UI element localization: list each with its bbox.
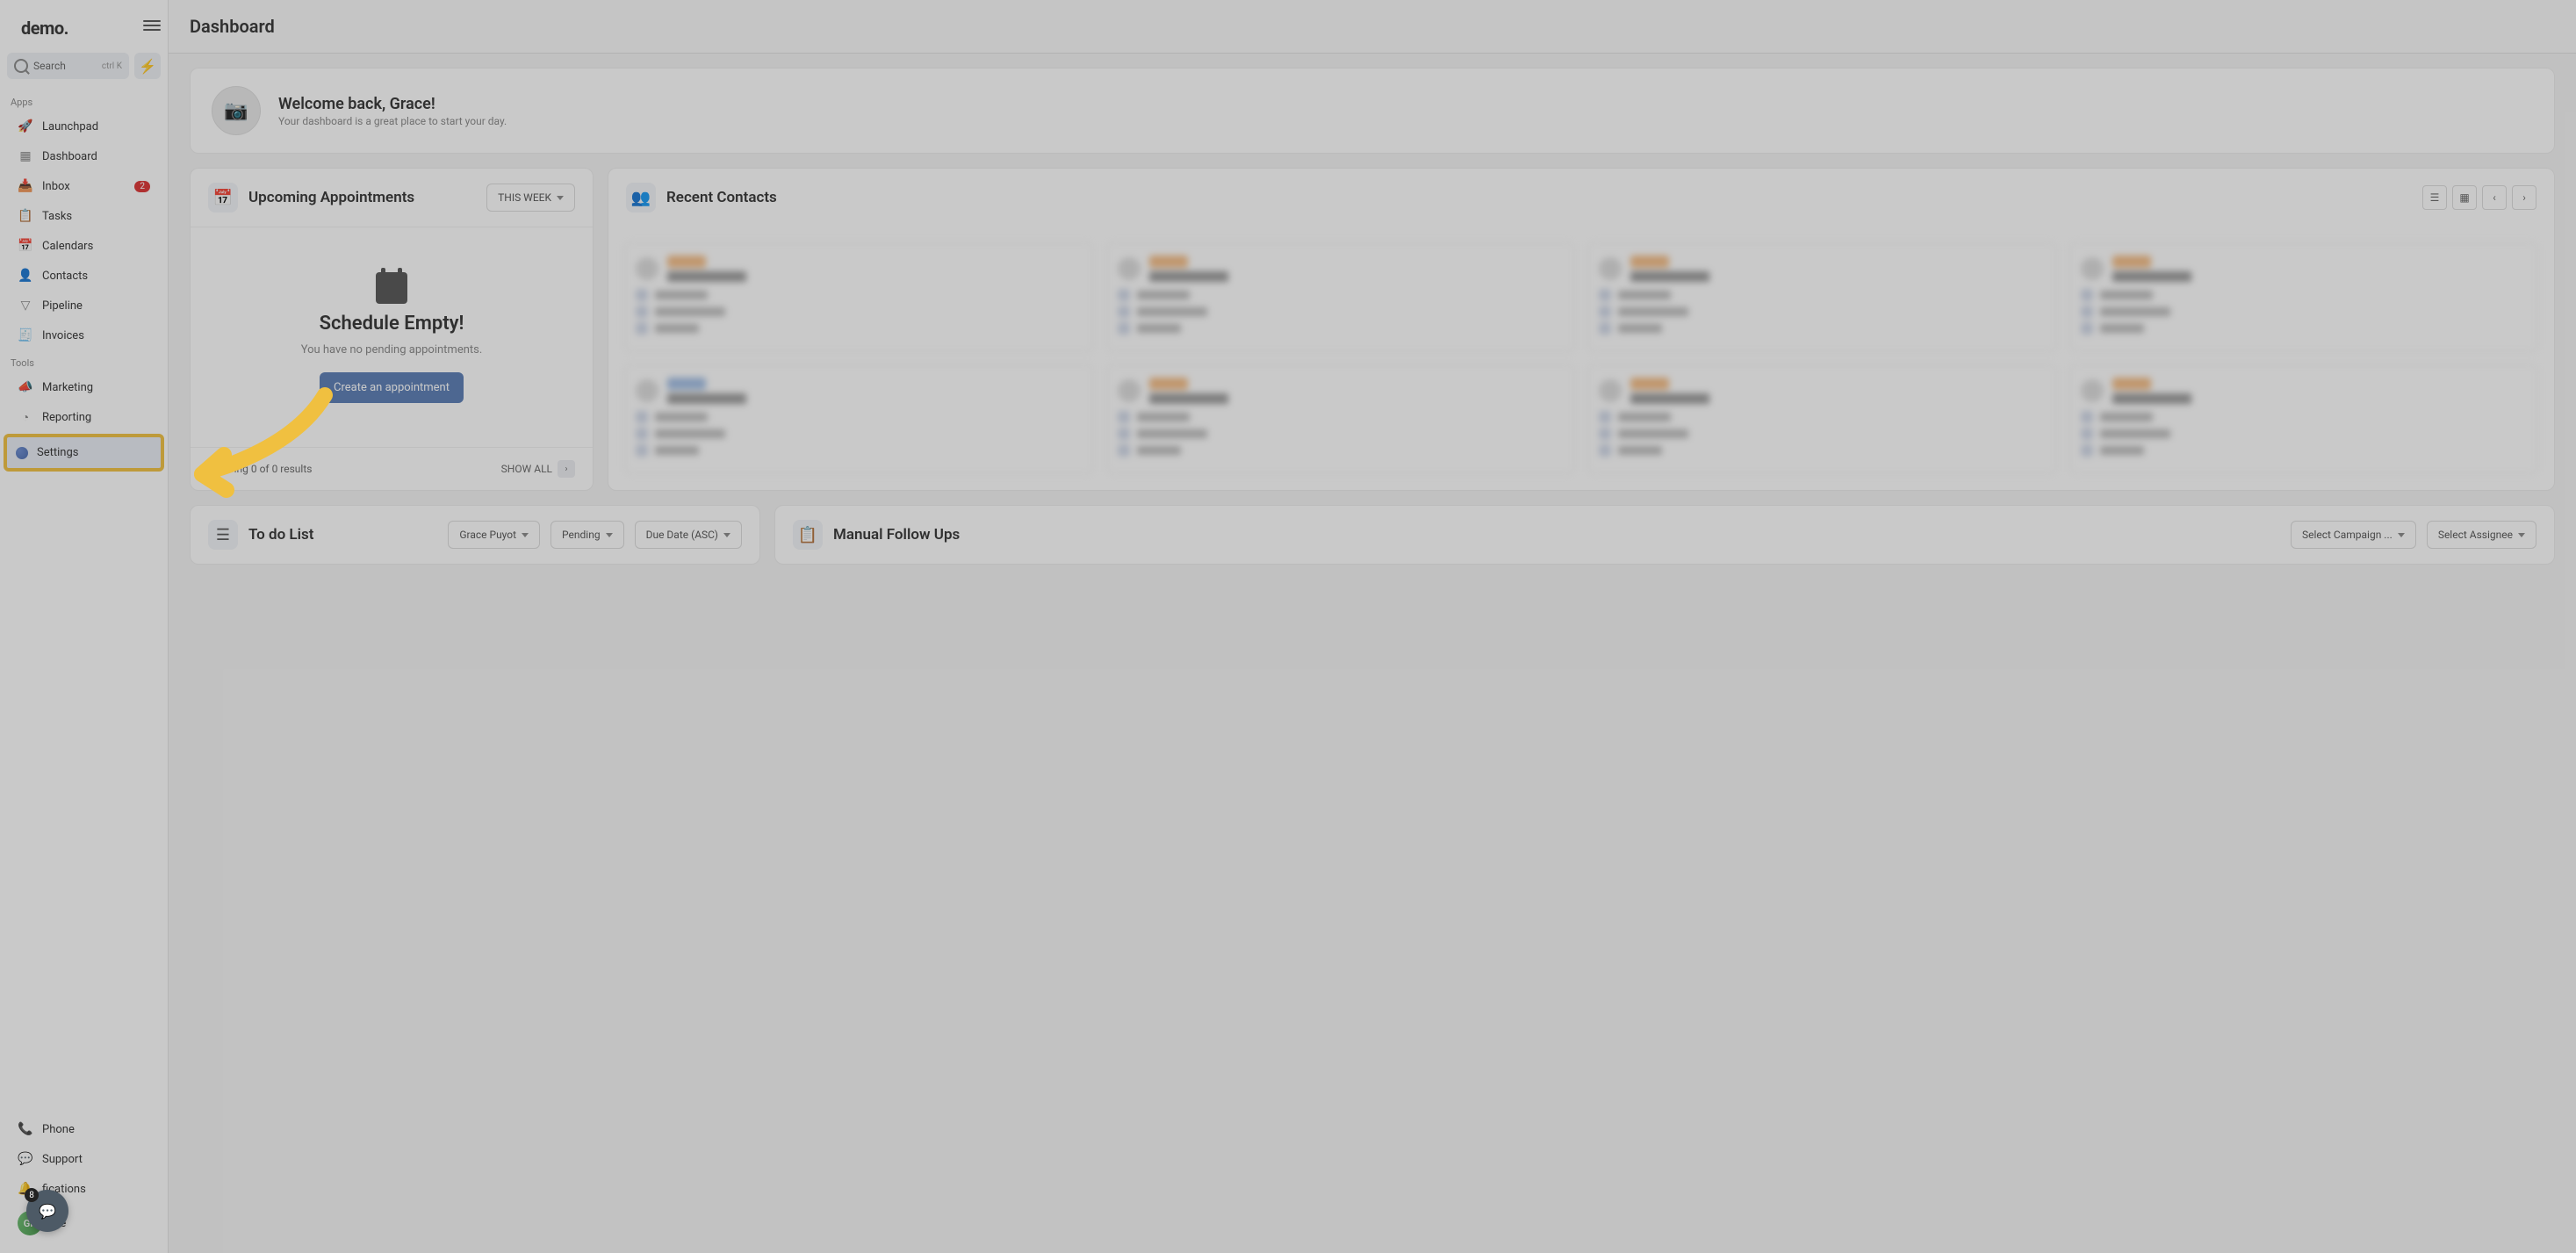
empty-subtitle: You have no pending appointments. [301, 343, 483, 356]
empty-title: Schedule Empty! [320, 313, 464, 335]
bolt-button[interactable]: ⚡ [134, 53, 161, 79]
empty-calendar-icon [376, 272, 407, 304]
contact-card[interactable] [1106, 242, 1576, 352]
chevron-right-icon: › [558, 460, 575, 478]
calendar-icon: 📅 [18, 238, 33, 254]
calendar-card-icon: 📅 [208, 183, 238, 212]
contact-card[interactable] [2069, 364, 2539, 474]
chevron-down-icon [2398, 533, 2405, 537]
page-title: Dashboard [190, 16, 2555, 37]
settings-dot-icon [16, 447, 28, 459]
inbox-badge: 2 [134, 181, 150, 192]
todo-sort-filter[interactable]: Due Date (ASC) [635, 521, 742, 549]
sidebar-item-invoices[interactable]: 🧾Invoices [5, 320, 162, 350]
contacts-icon: 👤 [18, 268, 33, 284]
sidebar-item-pipeline[interactable]: ▽Pipeline [5, 291, 162, 320]
sidebar-item-tasks[interactable]: 📋Tasks [5, 201, 162, 231]
grid-view-toggle[interactable]: ▦ [2452, 185, 2477, 210]
support-icon: 💬 [18, 1151, 33, 1167]
chat-widget[interactable]: 💬 8 [26, 1190, 68, 1232]
campaign-select[interactable]: Select Campaign ... [2291, 521, 2416, 549]
create-appointment-button[interactable]: Create an appointment [320, 372, 464, 403]
contact-card[interactable] [624, 364, 1094, 474]
logo-area: demo. [0, 0, 168, 53]
contacts-grid [608, 227, 2554, 490]
avatar-upload[interactable]: 📷 [212, 86, 261, 135]
chat-icon: 💬 [39, 1203, 56, 1220]
todo-user-filter[interactable]: Grace Puyot [448, 521, 540, 549]
search-icon [14, 59, 28, 73]
sidebar-item-launchpad[interactable]: 🚀Launchpad [5, 112, 162, 141]
chevron-down-icon [723, 533, 730, 537]
contact-card[interactable] [624, 242, 1094, 352]
chat-badge: 8 [25, 1188, 39, 1202]
assignee-select[interactable]: Select Assignee [2427, 521, 2536, 549]
logo: demo. [21, 18, 147, 39]
rocket-icon: 🚀 [18, 119, 33, 134]
sidebar-item-settings[interactable]: Settings [4, 434, 164, 472]
section-tools-label: Tools [0, 350, 168, 372]
clipboard-icon: 📋 [793, 520, 823, 550]
inbox-icon: 📥 [18, 178, 33, 194]
sidebar-item-phone[interactable]: 📞Phone [5, 1114, 162, 1144]
contact-card[interactable] [1106, 364, 1576, 474]
followups-card: 📋 Manual Follow Ups Select Campaign ... … [774, 505, 2555, 565]
contacts-card-icon: 👥 [626, 183, 656, 212]
dashboard-icon: ▦ [18, 148, 33, 164]
next-page-button[interactable]: › [2512, 185, 2536, 210]
appointments-title: Upcoming Appointments [248, 189, 414, 206]
list-icon: ☰ [208, 520, 238, 550]
upcoming-appointments-card: 📅 Upcoming Appointments THIS WEEK Schedu… [190, 168, 594, 491]
sidebar-item-inbox[interactable]: 📥Inbox2 [5, 171, 162, 201]
sidebar-item-contacts[interactable]: 👤Contacts [5, 261, 162, 291]
sidebar-item-support[interactable]: 💬Support [5, 1144, 162, 1174]
search-shortcut: ctrl K [102, 61, 122, 71]
search-placeholder: Search [33, 60, 66, 72]
followups-title: Manual Follow Ups [833, 526, 960, 544]
chevron-down-icon [522, 533, 529, 537]
list-view-toggle[interactable]: ☰ [2422, 185, 2447, 210]
todo-card: ☰ To do List Grace Puyot Pending Due Dat… [190, 505, 760, 565]
contacts-title: Recent Contacts [666, 189, 777, 206]
appointments-count: Showing 0 of 0 results [208, 463, 312, 475]
sidebar-item-dashboard[interactable]: ▦Dashboard [5, 141, 162, 171]
todo-title: To do List [248, 526, 313, 544]
welcome-title: Welcome back, Grace! [278, 95, 507, 113]
chart-icon: ◔ [18, 409, 33, 425]
chevron-down-icon [606, 533, 613, 537]
appointments-filter-dropdown[interactable]: THIS WEEK [486, 184, 575, 212]
welcome-card: 📷 Welcome back, Grace! Your dashboard is… [190, 68, 2555, 154]
sidebar-item-calendars[interactable]: 📅Calendars [5, 231, 162, 261]
hamburger-icon[interactable] [143, 18, 161, 32]
section-apps-label: Apps [0, 90, 168, 112]
invoices-icon: 🧾 [18, 328, 33, 343]
contact-card[interactable] [1587, 364, 2057, 474]
prev-page-button[interactable]: ‹ [2482, 185, 2507, 210]
chevron-down-icon [2518, 533, 2525, 537]
camera-icon: 📷 [224, 100, 248, 122]
recent-contacts-card: 👥 Recent Contacts ☰ ▦ ‹ › [608, 168, 2555, 491]
chevron-down-icon [557, 196, 564, 200]
contact-card[interactable] [1587, 242, 2057, 352]
contact-card[interactable] [2069, 242, 2539, 352]
sidebar-item-reporting[interactable]: ◔Reporting [5, 402, 162, 432]
sidebar: demo. Search ctrl K ⚡ Apps 🚀Launchpad ▦D… [0, 0, 169, 1253]
search-input[interactable]: Search ctrl K [7, 53, 129, 79]
pipeline-icon: ▽ [18, 298, 33, 313]
main: Dashboard 📷 Welcome back, Grace! Your da… [169, 0, 2576, 1253]
tasks-icon: 📋 [18, 208, 33, 224]
phone-icon: 📞 [18, 1121, 33, 1137]
todo-status-filter[interactable]: Pending [550, 521, 624, 549]
show-all-button[interactable]: SHOW ALL› [501, 460, 575, 478]
welcome-subtitle: Your dashboard is a great place to start… [278, 115, 507, 127]
megaphone-icon: 📣 [18, 379, 33, 395]
sidebar-item-marketing[interactable]: 📣Marketing [5, 372, 162, 402]
topbar: Dashboard [169, 0, 2576, 54]
